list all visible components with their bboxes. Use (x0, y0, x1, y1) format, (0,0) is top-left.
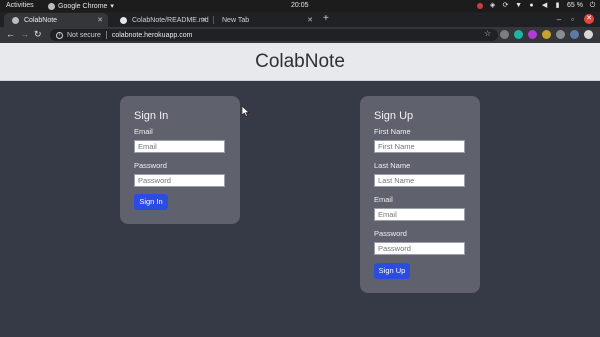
extension-icon[interactable] (528, 30, 537, 39)
extensions-area: ⋮ (500, 30, 600, 39)
signup-last-name-label: Last Name (374, 161, 411, 170)
signin-password-field[interactable] (134, 174, 225, 187)
signin-title: Sign In (134, 110, 169, 122)
power-icon: ⏻ (589, 2, 596, 9)
signin-email-label: Email (134, 127, 153, 136)
close-window-icon[interactable]: ✕ (584, 14, 594, 24)
sync-icon: ⟳ (502, 2, 509, 9)
security-label: Not secure (67, 31, 101, 39)
chevron-down-icon: ▾ (110, 3, 114, 10)
bookmark-star-icon[interactable]: ☆ (484, 29, 491, 38)
tab-colabnote[interactable]: ColabNote ✕ (4, 13, 108, 27)
record-indicator-icon (477, 2, 484, 9)
window-controls: – ▫ ✕ (557, 14, 594, 24)
url-text: colabnote.herokuapp.com (111, 31, 193, 39)
puzzle-icon[interactable] (556, 30, 565, 39)
chrome-icon (48, 2, 55, 10)
tab-label: ColabNote (24, 16, 58, 24)
back-arrow-icon[interactable]: ← (6, 29, 15, 39)
battery-icon: ▮ (555, 2, 560, 9)
signup-title: Sign Up (374, 110, 414, 122)
extension-icon[interactable] (514, 30, 523, 39)
tab-new-tab[interactable]: New Tab ✕ (214, 13, 318, 27)
forward-arrow-icon[interactable]: → (20, 29, 29, 39)
divider (105, 31, 107, 39)
mouse-cursor-icon (242, 106, 250, 117)
signup-email-field[interactable] (374, 208, 465, 221)
signin-card: Sign In Email Password Sign In (120, 96, 240, 224)
maximize-icon[interactable]: ▫ (571, 15, 574, 24)
signup-last-name-field[interactable] (374, 174, 465, 187)
activities-button[interactable]: Activities (6, 2, 34, 9)
close-icon[interactable]: ✕ (201, 16, 207, 24)
address-bar[interactable]: i Not secure colabnote.herokuapp.com (50, 29, 498, 41)
tab-label: New Tab (222, 16, 250, 24)
reload-icon[interactable]: ↻ (34, 29, 42, 40)
globe-icon (12, 16, 19, 24)
tab-strip: ColabNote ✕ ColabNote/README.md ✕ New Ta… (0, 12, 600, 27)
page-title: ColabNote (255, 51, 345, 72)
avatar[interactable] (584, 30, 593, 39)
minimize-icon[interactable]: – (557, 15, 561, 24)
system-tray[interactable]: ◈ ⟳ ▼ ● ◀ ▮ 65 % ⏻ (477, 2, 596, 9)
extension-icon[interactable] (570, 30, 579, 39)
app-menu[interactable]: Google Chrome ▾ (48, 2, 114, 10)
signin-button[interactable]: Sign In (134, 194, 168, 210)
shield-icon: ◈ (489, 2, 496, 9)
github-icon (120, 16, 127, 24)
signup-first-name-label: First Name (374, 127, 411, 136)
tab-label: ColabNote/README.md (132, 16, 209, 24)
info-icon[interactable]: i (56, 31, 63, 39)
system-top-bar: Activities Google Chrome ▾ 20:05 ◈ ⟳ ▼ ●… (0, 0, 600, 12)
volume-icon: ◀ (541, 2, 548, 9)
signup-email-label: Email (374, 195, 393, 204)
microphone-icon: ● (529, 2, 534, 9)
app-menu-label: Google Chrome (58, 2, 108, 10)
clock[interactable]: 20:05 (291, 2, 309, 9)
close-icon[interactable]: ✕ (97, 16, 103, 24)
signup-first-name-field[interactable] (374, 140, 465, 153)
signup-password-label: Password (374, 229, 407, 238)
browser-toolbar: ← → ↻ i Not secure colabnote.herokuapp.c… (0, 27, 600, 43)
close-icon[interactable]: ✕ (307, 16, 313, 24)
signin-password-label: Password (134, 161, 167, 170)
signin-email-field[interactable] (134, 140, 225, 153)
download-icon[interactable] (500, 30, 509, 39)
signup-card: Sign Up First Name Last Name Email Passw… (360, 96, 480, 293)
battery-percent: 65 % (567, 2, 583, 9)
wifi-icon: ▼ (515, 2, 522, 9)
site-header: ColabNote (0, 43, 600, 81)
tab-readme[interactable]: ColabNote/README.md ✕ (112, 13, 212, 27)
extension-icon[interactable] (542, 30, 551, 39)
new-tab-button[interactable]: + (323, 13, 329, 24)
signup-button[interactable]: Sign Up (374, 263, 410, 279)
signup-password-field[interactable] (374, 242, 465, 255)
